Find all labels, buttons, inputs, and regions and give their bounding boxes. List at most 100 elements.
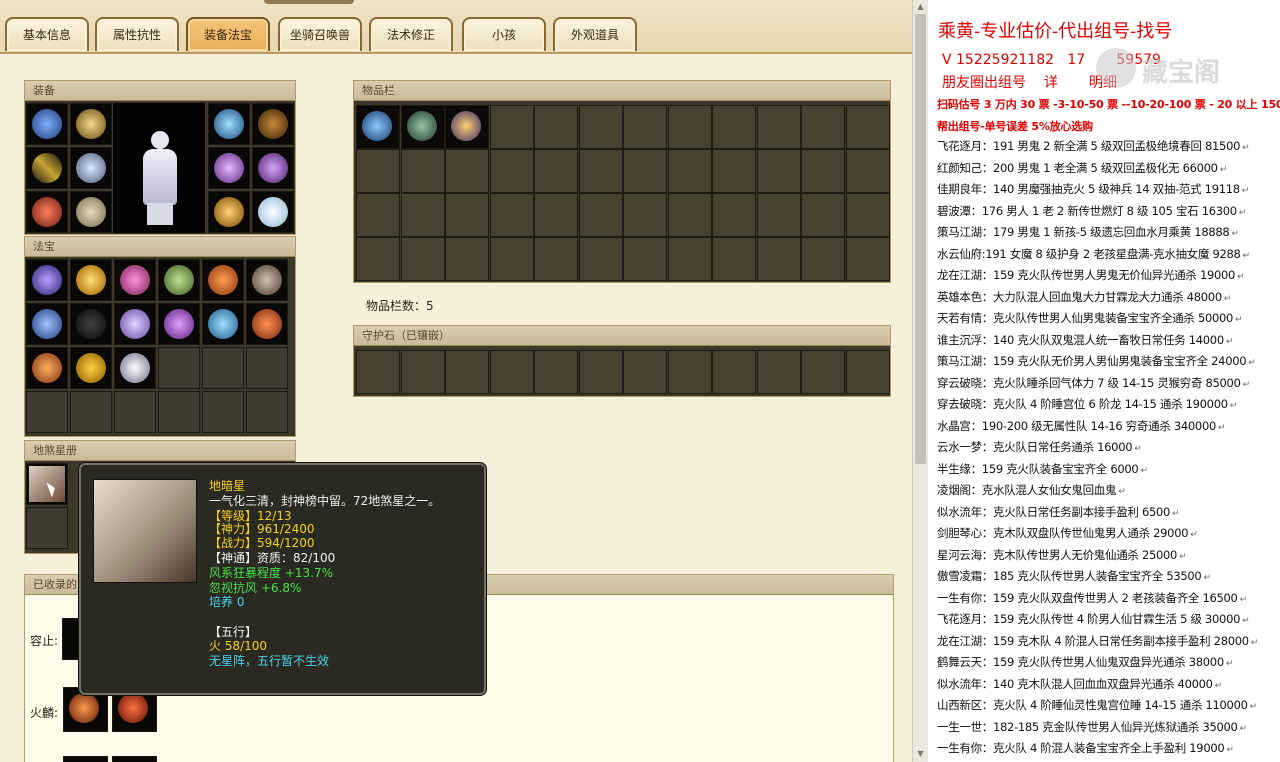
- inventory-slot[interactable]: [356, 237, 400, 281]
- inventory-slot[interactable]: [356, 193, 400, 237]
- guard-stone-slot[interactable]: [756, 350, 801, 394]
- tab-mounts-pets[interactable]: 坐骑召唤兽: [278, 17, 362, 51]
- inventory-slot[interactable]: [845, 237, 890, 281]
- fabao-slot[interactable]: [26, 347, 68, 389]
- dishaxing-slot-empty[interactable]: [26, 507, 68, 549]
- inventory-slot[interactable]: [623, 105, 667, 149]
- fabao-slot[interactable]: [246, 303, 288, 345]
- inventory-slot[interactable]: [489, 237, 534, 281]
- inventory-slot[interactable]: [756, 105, 801, 149]
- inventory-slot[interactable]: [489, 149, 534, 193]
- equip-slot[interactable]: [70, 147, 112, 189]
- inventory-slot[interactable]: [756, 237, 801, 281]
- inventory-slot[interactable]: [534, 237, 578, 281]
- fabao-slot-empty[interactable]: [114, 391, 156, 433]
- tab-equipment[interactable]: 装备法宝: [186, 17, 270, 51]
- fabao-slot[interactable]: [114, 303, 156, 345]
- inventory-slot[interactable]: [534, 105, 578, 149]
- bottom-slot[interactable]: [63, 756, 108, 762]
- inventory-slot[interactable]: [801, 193, 845, 237]
- guard-stone-slot[interactable]: [623, 350, 667, 394]
- scroll-up-icon[interactable]: ▲: [916, 3, 925, 11]
- fabao-slot-empty[interactable]: [158, 391, 200, 433]
- inventory-slot[interactable]: [801, 149, 845, 193]
- fabao-slot[interactable]: [202, 303, 244, 345]
- fabao-slot[interactable]: [70, 259, 112, 301]
- equip-slot[interactable]: [252, 147, 294, 189]
- inventory-slot[interactable]: [445, 237, 489, 281]
- equip-slot[interactable]: [208, 191, 250, 233]
- inventory-slot[interactable]: [667, 237, 712, 281]
- guard-stone-slot[interactable]: [445, 350, 489, 394]
- inventory-slot[interactable]: [400, 237, 445, 281]
- inventory-slot[interactable]: [489, 105, 534, 149]
- fabao-slot[interactable]: [114, 347, 156, 389]
- tab-child[interactable]: 小孩: [462, 17, 546, 51]
- tab-spells[interactable]: 法术修正: [369, 17, 453, 51]
- scroll-down-icon[interactable]: ▼: [916, 750, 925, 758]
- inventory-slot[interactable]: [623, 237, 667, 281]
- tab-appearance[interactable]: 外观道具: [553, 17, 637, 51]
- inventory-slot[interactable]: [578, 149, 623, 193]
- inventory-slot[interactable]: [712, 149, 756, 193]
- equip-slot[interactable]: [252, 103, 294, 145]
- inventory-slot[interactable]: [623, 193, 667, 237]
- inventory-slot[interactable]: [756, 193, 801, 237]
- equip-slot[interactable]: [70, 191, 112, 233]
- guard-stone-slot[interactable]: [712, 350, 756, 394]
- inventory-slot[interactable]: [445, 193, 489, 237]
- equip-slot[interactable]: [252, 191, 294, 233]
- fabao-slot[interactable]: [202, 259, 244, 301]
- guard-stone-slot[interactable]: [667, 350, 712, 394]
- equip-slot[interactable]: [26, 103, 68, 145]
- inventory-slot[interactable]: [400, 149, 445, 193]
- inventory-item[interactable]: [445, 105, 489, 149]
- fabao-slot-empty[interactable]: [202, 347, 244, 389]
- equip-slot[interactable]: [70, 103, 112, 145]
- fabao-slot[interactable]: [158, 259, 200, 301]
- inventory-item[interactable]: [356, 105, 400, 149]
- inventory-item[interactable]: [400, 105, 445, 149]
- equip-slot[interactable]: [208, 103, 250, 145]
- inventory-slot[interactable]: [712, 237, 756, 281]
- fabao-slot[interactable]: [26, 303, 68, 345]
- inventory-slot[interactable]: [667, 105, 712, 149]
- guard-stone-slot[interactable]: [400, 350, 445, 394]
- inventory-slot[interactable]: [801, 105, 845, 149]
- inventory-slot[interactable]: [445, 149, 489, 193]
- inventory-slot[interactable]: [712, 105, 756, 149]
- inventory-slot[interactable]: [712, 193, 756, 237]
- inventory-slot[interactable]: [578, 193, 623, 237]
- guard-stone-slot[interactable]: [801, 350, 845, 394]
- top-handle[interactable]: [264, 0, 354, 4]
- inventory-slot[interactable]: [489, 193, 534, 237]
- guard-stone-slot[interactable]: [534, 350, 578, 394]
- fabao-slot[interactable]: [246, 259, 288, 301]
- fabao-slot-empty[interactable]: [70, 391, 112, 433]
- fabao-slot[interactable]: [158, 303, 200, 345]
- tab-basic-info[interactable]: 基本信息: [5, 17, 89, 51]
- inventory-slot[interactable]: [845, 105, 890, 149]
- fabao-slot[interactable]: [114, 259, 156, 301]
- fabao-slot-empty[interactable]: [202, 391, 244, 433]
- guard-stone-slot[interactable]: [578, 350, 623, 394]
- equip-slot[interactable]: [208, 147, 250, 189]
- bottom-slot[interactable]: [112, 756, 157, 762]
- inventory-slot[interactable]: [801, 237, 845, 281]
- inventory-slot[interactable]: [623, 149, 667, 193]
- equip-slot[interactable]: [26, 191, 68, 233]
- inventory-slot[interactable]: [667, 193, 712, 237]
- fabao-slot-empty[interactable]: [26, 391, 68, 433]
- inventory-slot[interactable]: [534, 149, 578, 193]
- inventory-slot[interactable]: [356, 149, 400, 193]
- inventory-slot[interactable]: [756, 149, 801, 193]
- fabao-slot-empty[interactable]: [246, 391, 288, 433]
- inventory-slot[interactable]: [667, 149, 712, 193]
- tab-attributes[interactable]: 属性抗性: [95, 17, 179, 51]
- scrollbar-thumb[interactable]: [915, 14, 926, 464]
- fabao-slot[interactable]: [26, 259, 68, 301]
- fabao-slot[interactable]: [70, 303, 112, 345]
- page-scrollbar[interactable]: ▲ ▼: [912, 0, 928, 762]
- inventory-slot[interactable]: [578, 105, 623, 149]
- fabao-slot-empty[interactable]: [158, 347, 200, 389]
